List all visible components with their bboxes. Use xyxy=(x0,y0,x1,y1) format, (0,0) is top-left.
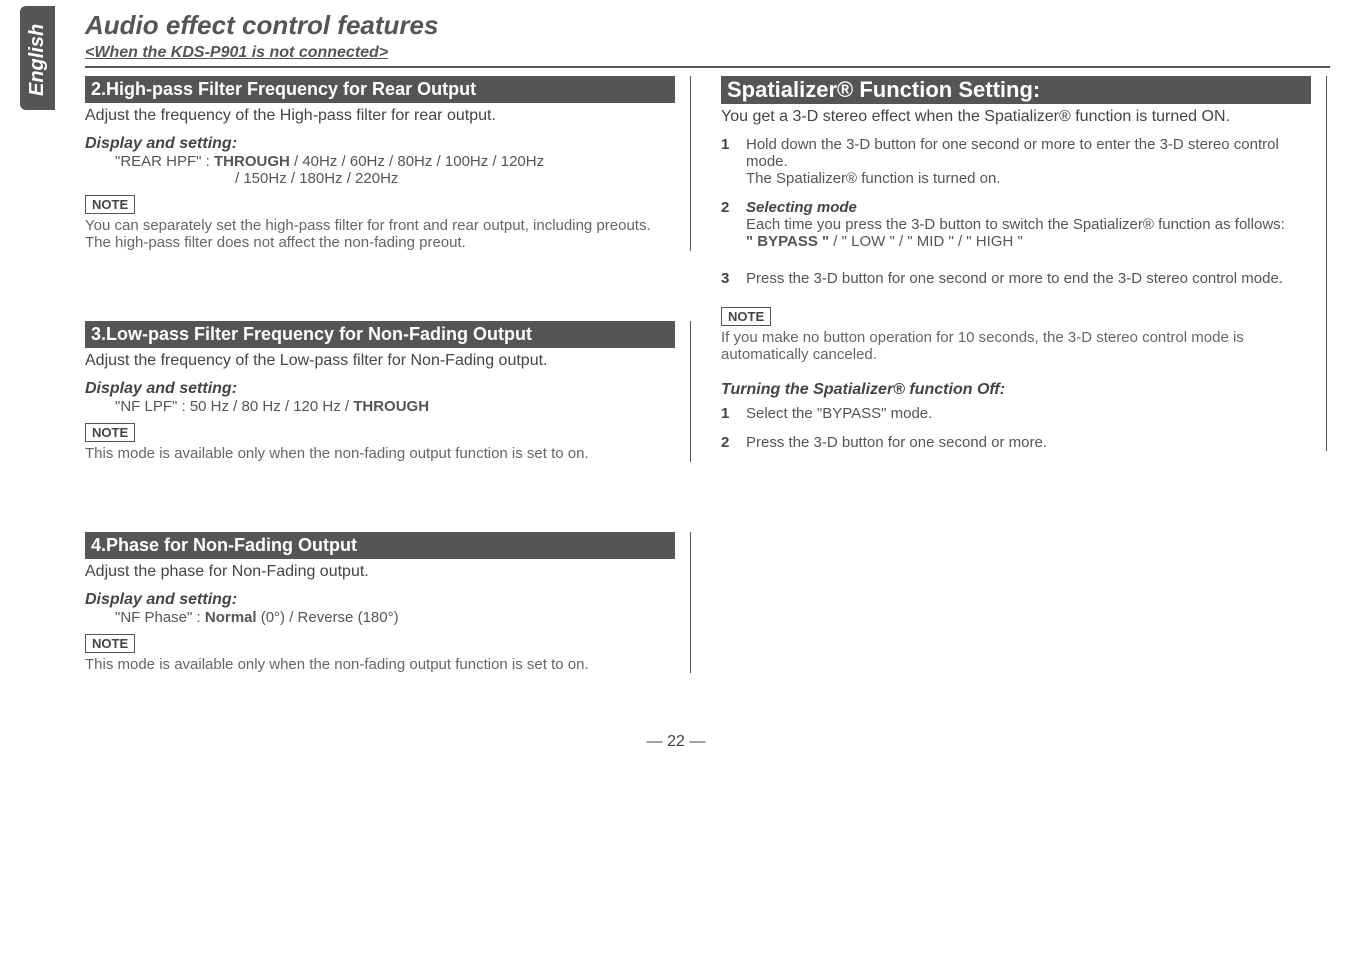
step-text: Each time you press the 3-D button to sw… xyxy=(746,216,1285,233)
setting-line: "NF Phase" : Normal (0°) / Reverse (180°… xyxy=(115,609,675,626)
step-number: 1 xyxy=(721,405,729,422)
page-title: Audio effect control features xyxy=(85,10,1352,41)
divider xyxy=(85,66,1330,68)
steps-on: 1 Hold down the 3-D button for one secon… xyxy=(721,136,1311,287)
off-step-2: 2 Press the 3-D button for one second or… xyxy=(721,434,1311,451)
note-label: NOTE xyxy=(721,307,771,326)
section-lead: Adjust the phase for Non-Fading output. xyxy=(85,563,675,581)
step-number: 1 xyxy=(721,136,729,153)
step-number: 3 xyxy=(721,270,729,287)
page-subtitle: <When the KDS-P901 is not connected> xyxy=(85,44,1352,62)
setting-line: "NF LPF" : 50 Hz / 80 Hz / 120 Hz / THRO… xyxy=(115,398,675,415)
note-label: NOTE xyxy=(85,423,135,442)
note-label: NOTE xyxy=(85,634,135,653)
section-header: 4.Phase for Non-Fading Output xyxy=(85,532,675,559)
setting-line-2: / 150Hz / 180Hz / 220Hz xyxy=(235,170,675,187)
option-default: " BYPASS " xyxy=(746,233,829,250)
section-header: 3.Low-pass Filter Frequency for Non-Fadi… xyxy=(85,321,675,348)
setting-default: THROUGH xyxy=(214,153,290,170)
off-step-1: 1 Select the "BYPASS" mode. xyxy=(721,405,1311,422)
step-3: 3 Press the 3-D button for one second or… xyxy=(721,270,1311,287)
step-text: Press the 3-D button for one second or m… xyxy=(746,270,1283,287)
setting-prefix: "NF Phase" : xyxy=(115,609,205,626)
step-1: 1 Hold down the 3-D button for one secon… xyxy=(721,136,1311,187)
steps-off: 1 Select the "BYPASS" mode. 2 Press the … xyxy=(721,405,1311,451)
setting-default: THROUGH xyxy=(353,398,429,415)
section-header: Spatializer® Function Setting: xyxy=(721,76,1311,104)
setting-line: "REAR HPF" : THROUGH / 40Hz / 60Hz / 80H… xyxy=(115,153,675,170)
step-title: Selecting mode xyxy=(746,199,857,216)
section-lpf-nf: 3.Low-pass Filter Frequency for Non-Fadi… xyxy=(85,321,691,462)
setting-prefix: "REAR HPF" : xyxy=(115,153,214,170)
option-rest: / " LOW " / " MID " / " HIGH " xyxy=(829,233,1023,250)
step-2: 2 Selecting mode Each time you press the… xyxy=(721,199,1311,250)
note-text: This mode is available only when the non… xyxy=(85,656,675,673)
display-setting-label: Display and setting: xyxy=(85,135,675,153)
section-hpf-rear: 2.High-pass Filter Frequency for Rear Ou… xyxy=(85,76,691,251)
step-number: 2 xyxy=(721,434,729,451)
section-lead: You get a 3-D stereo effect when the Spa… xyxy=(721,108,1311,126)
section-header: 2.High-pass Filter Frequency for Rear Ou… xyxy=(85,76,675,103)
step-text: Hold down the 3-D button for one second … xyxy=(746,136,1279,170)
display-setting-label: Display and setting: xyxy=(85,591,675,609)
page-number: — 22 — xyxy=(0,733,1352,751)
step-text: Press the 3-D button for one second or m… xyxy=(746,434,1047,451)
setting-options: / 40Hz / 60Hz / 80Hz / 100Hz / 120Hz xyxy=(290,153,544,170)
setting-options: "NF LPF" : 50 Hz / 80 Hz / 120 Hz / xyxy=(115,398,353,415)
note-text: If you make no button operation for 10 s… xyxy=(721,329,1311,363)
setting-options: (0°) / Reverse (180°) xyxy=(257,609,399,626)
step-text-2: The Spatializer® function is turned on. xyxy=(746,170,1001,187)
section-spatializer: Spatializer® Function Setting: You get a… xyxy=(721,76,1327,451)
language-tab: English xyxy=(20,6,55,110)
section-lead: Adjust the frequency of the High-pass fi… xyxy=(85,107,675,125)
note-text: This mode is available only when the non… xyxy=(85,445,675,462)
display-setting-label: Display and setting: xyxy=(85,380,675,398)
off-title: Turning the Spatializer® function Off: xyxy=(721,381,1311,399)
section-phase-nf: 4.Phase for Non-Fading Output Adjust the… xyxy=(85,532,691,673)
note-text: You can separately set the high-pass fil… xyxy=(85,217,675,251)
step-number: 2 xyxy=(721,199,729,216)
section-lead: Adjust the frequency of the Low-pass fil… xyxy=(85,352,675,370)
step-text: Select the "BYPASS" mode. xyxy=(746,405,932,422)
note-label: NOTE xyxy=(85,195,135,214)
setting-default: Normal xyxy=(205,609,257,626)
